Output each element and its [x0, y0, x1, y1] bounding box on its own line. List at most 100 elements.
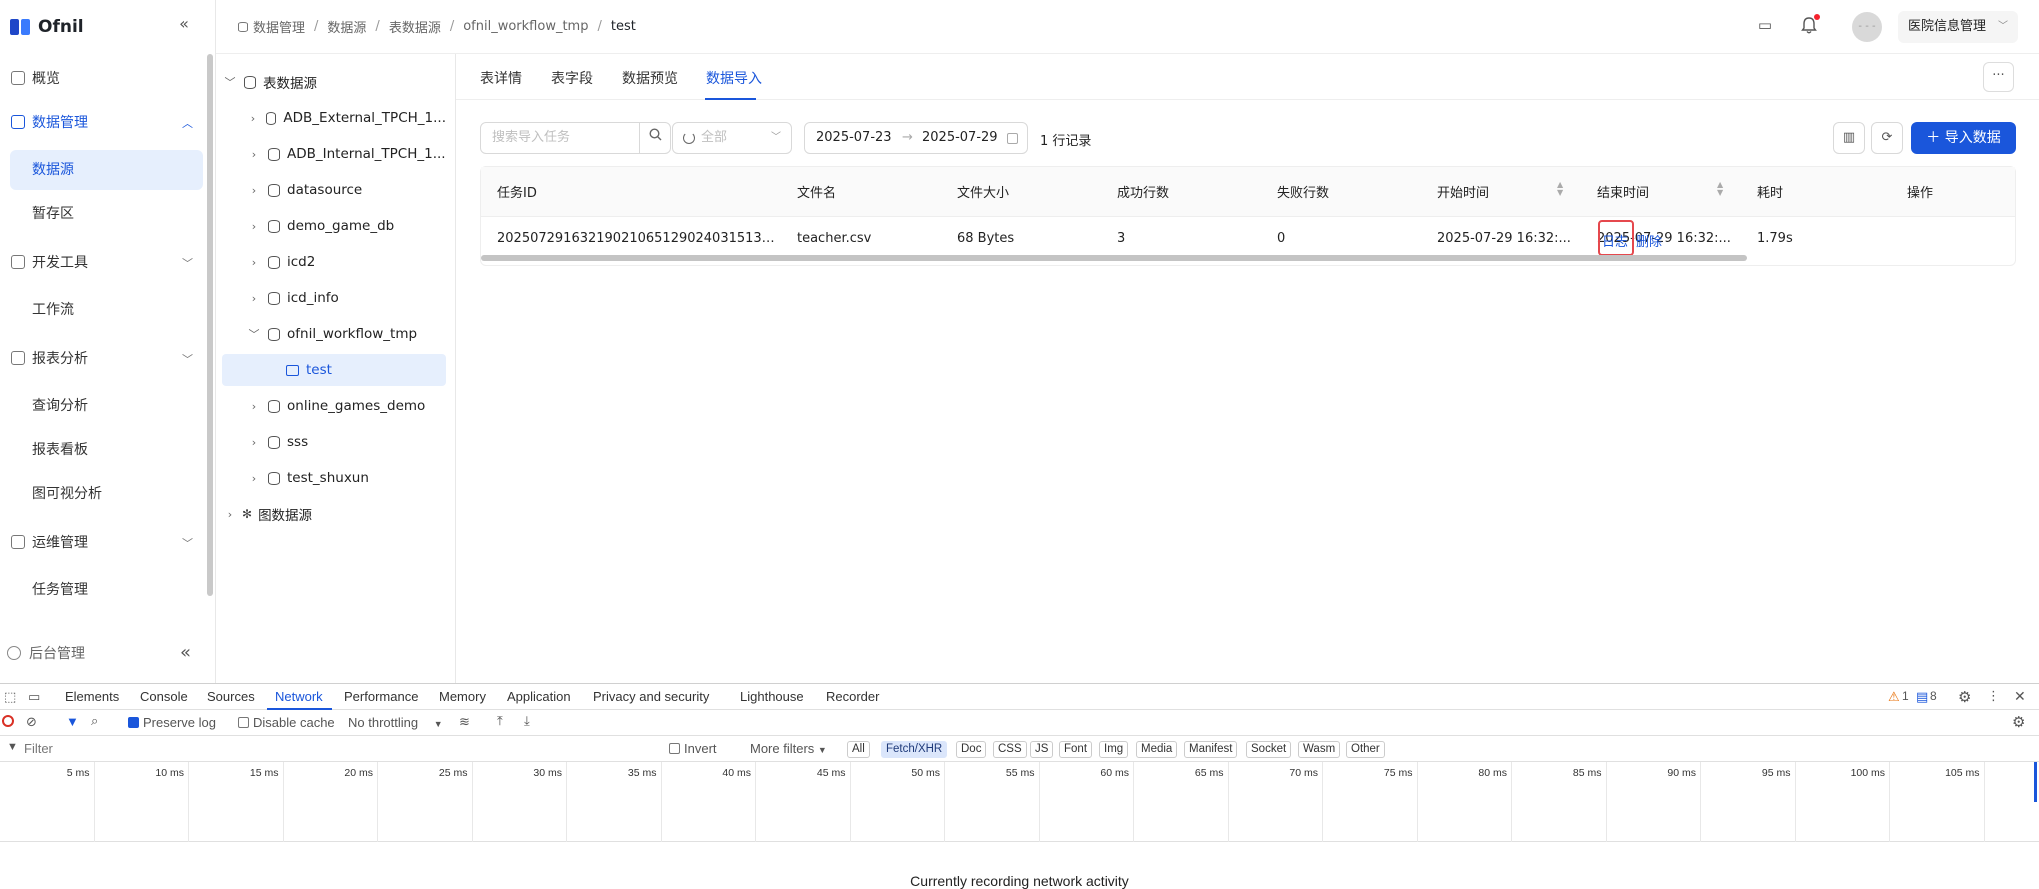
devtools-tab-memory[interactable]: Memory	[439, 689, 486, 704]
date-range-picker[interactable]: 2025-07-23 → 2025-07-29	[804, 122, 1028, 154]
throttling-select[interactable]: No throttling ▼	[348, 715, 443, 730]
nav-workflow[interactable]: 工作流	[10, 290, 203, 330]
collapse-sidebar-icon[interactable]: «	[180, 642, 191, 663]
tab-table-fields[interactable]: 表字段	[551, 68, 593, 88]
filter-input[interactable]: Filter	[24, 741, 654, 756]
tab-data-preview[interactable]: 数据预览	[622, 68, 678, 88]
message-icon[interactable]: ▭	[1756, 16, 1774, 34]
tree-node[interactable]: › datasource	[246, 174, 446, 206]
filter-type-font[interactable]: Font	[1059, 741, 1093, 758]
tree-node[interactable]: › sss	[246, 426, 446, 458]
message-icon[interactable]: ▤	[1916, 689, 1928, 705]
tree-node-selected-table[interactable]: test	[222, 354, 446, 386]
chevron-right-icon[interactable]: ›	[246, 436, 262, 449]
close-icon[interactable]: ✕	[2014, 688, 2026, 705]
chevron-down-icon[interactable]: ﹀	[222, 74, 238, 90]
collapse-sidebar-icon[interactable]: «	[174, 14, 194, 34]
org-select[interactable]: 医院信息管理 ﹀	[1898, 11, 2018, 43]
col-start-time[interactable]: 开始时间	[1437, 182, 1489, 201]
warning-icon[interactable]: ⚠	[1888, 689, 1900, 705]
nav-report-analysis[interactable]: 报表分析 ﹀	[0, 338, 205, 378]
tree-node[interactable]: ﹀ ofnil_workflow_tmp	[246, 318, 446, 350]
devtools-tab-network[interactable]: Network	[275, 689, 323, 704]
chevron-right-icon[interactable]: ›	[246, 220, 262, 233]
filter-type-js[interactable]: JS	[1030, 741, 1054, 758]
chevron-right-icon[interactable]: ›	[222, 508, 238, 521]
filter-type-all[interactable]: All	[847, 741, 870, 758]
disable-cache-checkbox[interactable]: Disable cache	[238, 715, 335, 730]
devtools-tab-recorder[interactable]: Recorder	[826, 689, 879, 704]
filter-type-doc[interactable]: Doc	[956, 741, 987, 758]
column-settings-button[interactable]: ▥	[1833, 122, 1865, 154]
network-settings-gear-icon[interactable]: ⚙	[2012, 713, 2025, 731]
chevron-down-icon[interactable]: ﹀	[246, 326, 262, 342]
clear-icon[interactable]: ⊘	[26, 714, 37, 730]
preserve-log-checkbox[interactable]: Preserve log	[128, 715, 216, 730]
tree-node[interactable]: › online_games_demo	[246, 390, 446, 422]
chevron-right-icon[interactable]: ›	[246, 472, 262, 485]
tree-node[interactable]: › ADB_External_TPCH_1...	[246, 102, 446, 134]
devtools-tab-console[interactable]: Console	[140, 689, 188, 704]
status-select[interactable]: 全部 ﹀	[672, 122, 792, 154]
chevron-right-icon[interactable]: ›	[246, 292, 262, 305]
import-data-button[interactable]: ＋ 导入数据	[1911, 122, 2016, 154]
more-filters-dropdown[interactable]: More filters ▼	[750, 741, 827, 756]
filter-type-css[interactable]: CSS	[993, 741, 1027, 758]
upload-icon[interactable]: ⤒	[497, 713, 503, 729]
sidebar-scrollbar[interactable]	[207, 54, 213, 596]
devtools-tab-lighthouse[interactable]: Lighthouse	[740, 689, 804, 704]
delete-link[interactable]: 删除	[1636, 231, 1662, 250]
tab-data-import[interactable]: 数据导入	[706, 68, 762, 88]
filter-type-manifest[interactable]: Manifest	[1184, 741, 1238, 758]
gear-icon[interactable]: ⚙	[1958, 688, 1971, 706]
tree-node-graph-sources[interactable]: › ✻ 图数据源	[222, 498, 446, 530]
search-button[interactable]	[639, 122, 671, 154]
nav-overview[interactable]: 概览	[0, 58, 205, 98]
nav-dev-tools[interactable]: 开发工具 ﹀	[0, 242, 205, 282]
tree-node[interactable]: › icd2	[246, 246, 446, 278]
devtools-tab-sources[interactable]: Sources	[207, 689, 255, 704]
chevron-right-icon[interactable]: ›	[246, 148, 262, 161]
breadcrumb-item[interactable]: 表数据源	[389, 17, 441, 36]
nav-task-management[interactable]: 任务管理	[10, 570, 203, 610]
date-end[interactable]: 2025-07-29	[922, 123, 998, 153]
nav-report-board[interactable]: 报表看板	[10, 430, 203, 470]
devtools-tab-application[interactable]: Application	[507, 689, 571, 704]
more-vert-icon[interactable]: ⋮	[1987, 688, 2000, 704]
sort-icon[interactable]: ▲ ▼	[1557, 181, 1563, 197]
breadcrumb-item[interactable]: 数据源	[327, 17, 366, 36]
filter-type-other[interactable]: Other	[1346, 741, 1385, 758]
tree-node[interactable]: › icd_info	[246, 282, 446, 314]
tree-node[interactable]: › test_shuxun	[246, 462, 446, 494]
tree-node[interactable]: › demo_game_db	[246, 210, 446, 242]
nav-staging[interactable]: 暂存区	[10, 194, 203, 234]
nav-query-analysis[interactable]: 查询分析	[10, 386, 203, 426]
chevron-right-icon[interactable]: ›	[246, 400, 262, 413]
breadcrumb-item[interactable]: 数据管理	[253, 17, 305, 36]
filter-type-img[interactable]: Img	[1099, 741, 1129, 758]
app-logo[interactable]: Ofnil	[10, 14, 84, 40]
tree-node-table-sources[interactable]: ﹀ 表数据源	[222, 66, 446, 98]
filter-type-wasm[interactable]: Wasm	[1298, 741, 1341, 758]
tab-table-details[interactable]: 表详情	[480, 68, 522, 88]
col-end-time[interactable]: 结束时间	[1597, 182, 1649, 201]
filter-type-fetch-xhr[interactable]: Fetch/XHR	[881, 741, 948, 758]
device-toolbar-icon[interactable]: ▭	[28, 689, 40, 705]
sort-icon[interactable]: ▲ ▼	[1717, 181, 1723, 197]
avatar[interactable]: - - -	[1852, 12, 1882, 42]
horizontal-scrollbar[interactable]	[481, 255, 1747, 261]
more-button[interactable]: ···	[1983, 62, 2014, 92]
nav-data-management[interactable]: 数据管理 ︿	[0, 102, 205, 142]
tree-node[interactable]: › ADB_Internal_TPCH_1...	[246, 138, 446, 170]
search-icon[interactable]: ⌕	[91, 713, 98, 729]
download-icon[interactable]: ⤓	[524, 713, 530, 729]
breadcrumb-item[interactable]: ofnil_workflow_tmp	[463, 19, 588, 34]
search-input[interactable]: 搜索导入任务	[480, 122, 640, 154]
filter-type-media[interactable]: Media	[1136, 741, 1178, 758]
inspect-element-icon[interactable]: ⬚	[4, 689, 16, 705]
network-conditions-icon[interactable]: ≋	[459, 714, 470, 730]
filter-icon[interactable]: ▼	[66, 714, 79, 729]
chevron-right-icon[interactable]: ›	[246, 256, 262, 269]
refresh-button[interactable]: ⟳	[1871, 122, 1903, 154]
devtools-tab-elements[interactable]: Elements	[65, 689, 119, 704]
